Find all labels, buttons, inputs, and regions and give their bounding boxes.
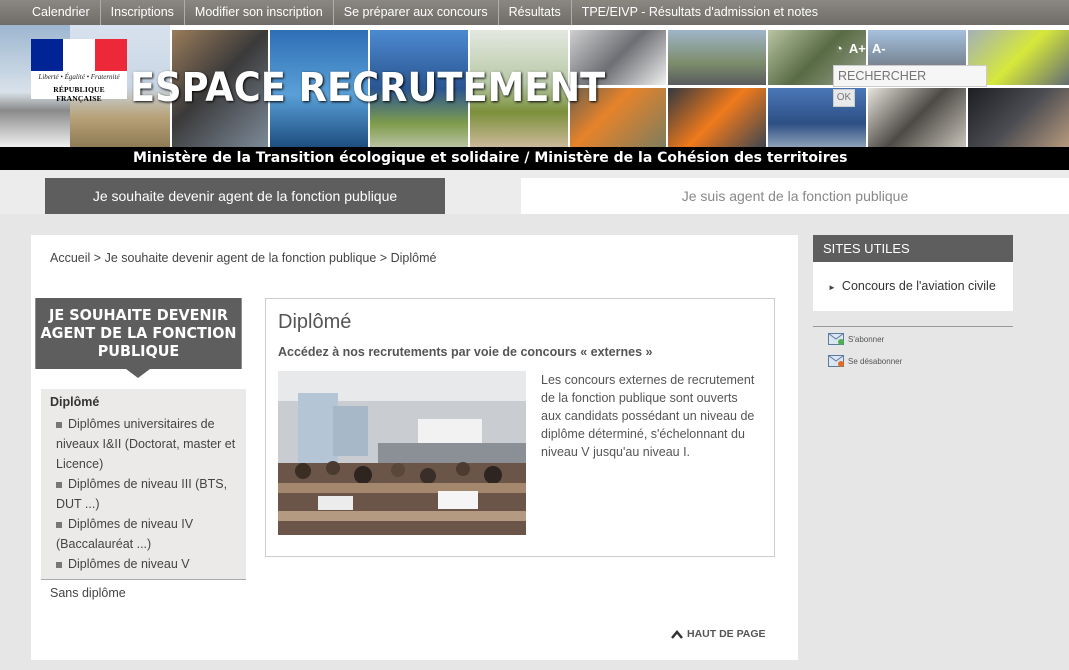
bullet-square-icon [56, 521, 62, 528]
bullet-square-icon [56, 561, 62, 568]
breadcrumb-parent[interactable]: Je souhaite devenir agent de la fonction… [105, 251, 377, 265]
sidebar-subitem[interactable]: Diplômes de niveau V [56, 554, 236, 574]
useful-sites-heading: SITES UTILES [813, 235, 1013, 262]
useful-site-label: Concours de l'aviation civile [841, 279, 996, 293]
logo-name: RÉPUBLIQUE FRANÇAISE [53, 85, 105, 103]
banner-photo [968, 88, 1069, 147]
mail-unsubscribe-icon [828, 355, 844, 367]
nav-inscriptions[interactable]: Inscriptions [101, 0, 185, 25]
text-decrease-button[interactable]: A- [872, 41, 886, 56]
sidebar-heading-arrow-icon [126, 369, 150, 378]
subscribe-link[interactable]: S'abonner [828, 333, 884, 345]
header-banner: Liberté • Égalité • Fraternité RÉPUBLIQU… [0, 25, 1069, 147]
tab-devenir-agent[interactable]: Je souhaite devenir agent de la fonction… [45, 178, 445, 214]
sidebar-subitem[interactable]: Diplômes universitaires de niveaux I&II … [56, 414, 236, 474]
unsubscribe-link[interactable]: Se désabonner [828, 355, 902, 367]
article-subtitle: Accédez à nos recrutements par voie de c… [278, 345, 653, 359]
main-content: Accueil > Je souhaite devenir agent de l… [31, 235, 798, 660]
nav-se-preparer[interactable]: Se préparer aux concours [334, 0, 499, 25]
bullet-square-icon [56, 421, 62, 428]
sidebar-heading: JE SOUHAITE DEVENIR AGENT DE LA FONCTION… [35, 298, 242, 369]
sidebar-item-sans-diplome[interactable]: Sans diplôme [50, 586, 126, 600]
breadcrumb-separator: > [379, 251, 388, 265]
sidebar-subitem-label: Diplômes universitaires de niveaux I&II … [56, 417, 236, 471]
chevron-up-icon [671, 629, 683, 639]
breadcrumb-separator: > [93, 251, 102, 265]
useful-site-link[interactable]: ► Concours de l'aviation civile [828, 279, 996, 293]
sidebar-divider [41, 579, 246, 580]
top-navigation: Calendrier Inscriptions Modifier son ins… [0, 0, 1069, 25]
article-card: Diplômé Accédez à nos recrutements par v… [265, 298, 775, 557]
breadcrumb-current: Diplômé [390, 251, 437, 265]
sidebar-menu: Diplômé Diplômes universitaires de nivea… [41, 389, 246, 579]
nav-modifier-inscription[interactable]: Modifier son inscription [185, 0, 334, 25]
audience-tabs: Je souhaite devenir agent de la fonction… [0, 170, 1069, 214]
sidebar-subitem[interactable]: Diplômes de niveau IV (Baccalauréat ...) [56, 514, 236, 554]
banner-photo [668, 30, 766, 85]
marianne-flag-icon [31, 39, 127, 71]
triangle-right-icon: ► [828, 283, 836, 292]
sidebar-subitem-label: Diplômes de niveau V [68, 557, 190, 571]
breadcrumb: Accueil > Je souhaite devenir agent de l… [50, 251, 436, 265]
sidebar-subitem[interactable]: Diplômes de niveau III (BTS, DUT ...) [56, 474, 236, 514]
sidebar-subitem-label: Diplômes de niveau III (BTS, DUT ...) [56, 477, 228, 511]
bullet-square-icon [56, 481, 62, 488]
useful-sites-box: ► Concours de l'aviation civile [813, 262, 1013, 311]
text-increase-button[interactable]: A+ [849, 41, 866, 56]
text-size-controls: ◔ A+ A- [835, 41, 886, 56]
article-body: Les concours externes de recrutement de … [541, 373, 755, 459]
search-ok-button[interactable]: OK [833, 89, 855, 107]
sidebar-item-diplome[interactable]: Diplômé [50, 395, 99, 409]
nav-calendrier[interactable]: Calendrier [0, 0, 101, 25]
ministry-bar: Ministère de la Transition écologique et… [0, 147, 1069, 170]
mail-subscribe-icon [828, 333, 844, 345]
right-sidebar-divider [813, 326, 1013, 327]
article-title: Diplômé [278, 311, 352, 333]
banner-photo [868, 88, 966, 147]
banner-photo [668, 88, 766, 147]
site-title: ESPACE RECRUTEMENT [130, 65, 606, 111]
tab-suis-agent[interactable]: Je suis agent de la fonction publique [521, 178, 1069, 214]
republique-francaise-logo[interactable]: Liberté • Égalité • Fraternité RÉPUBLIQU… [31, 39, 127, 103]
search-input[interactable] [833, 65, 987, 87]
back-to-top-link[interactable]: HAUT DE PAGE [671, 628, 766, 640]
lecture-hall-photo [278, 371, 526, 535]
logo-motto: Liberté • Égalité • Fraternité [38, 73, 120, 81]
breadcrumb-home[interactable]: Accueil [50, 251, 90, 265]
sidebar-subitem-label: Diplômes de niveau IV (Baccalauréat ...) [56, 517, 194, 551]
rss-icon[interactable]: ◔ [835, 41, 843, 56]
unsubscribe-label: Se désabonner [848, 356, 903, 366]
nav-tpe-eivp[interactable]: TPE/EIVP - Résultats d'admission et note… [572, 0, 828, 25]
subscribe-label: S'abonner [848, 334, 885, 344]
nav-resultats[interactable]: Résultats [499, 0, 572, 25]
back-to-top-label: HAUT DE PAGE [687, 628, 766, 640]
